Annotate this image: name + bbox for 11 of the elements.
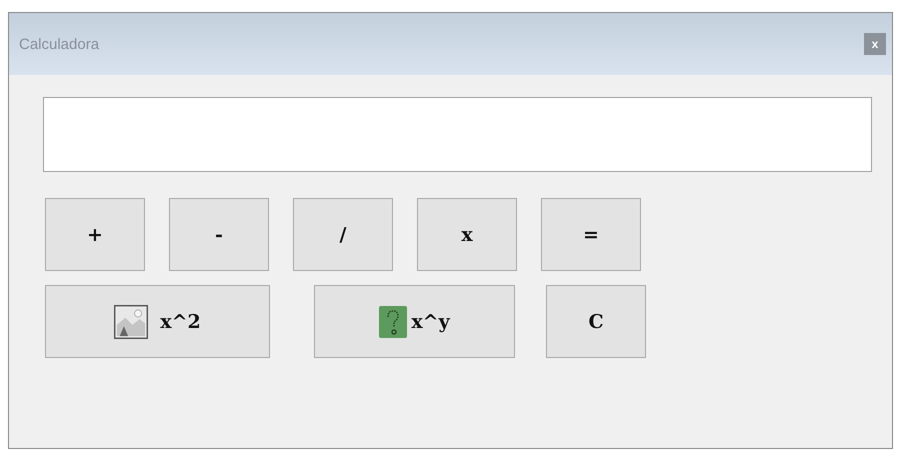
display-field[interactable] [43,97,872,172]
image-icon [114,304,148,338]
calculator-key[interactable]: + [45,198,145,271]
calculator-key[interactable]: / [293,198,393,271]
calculator-key[interactable]: x [417,198,517,271]
window-title: Calculadora [19,36,100,52]
calculator-key[interactable]: x^y [314,285,515,358]
calculator-key[interactable]: - [169,198,269,271]
calculator-key[interactable]: x^2 [45,285,270,358]
calculator-key[interactable]: = [541,198,641,271]
calculator-key[interactable]: C [546,285,646,358]
